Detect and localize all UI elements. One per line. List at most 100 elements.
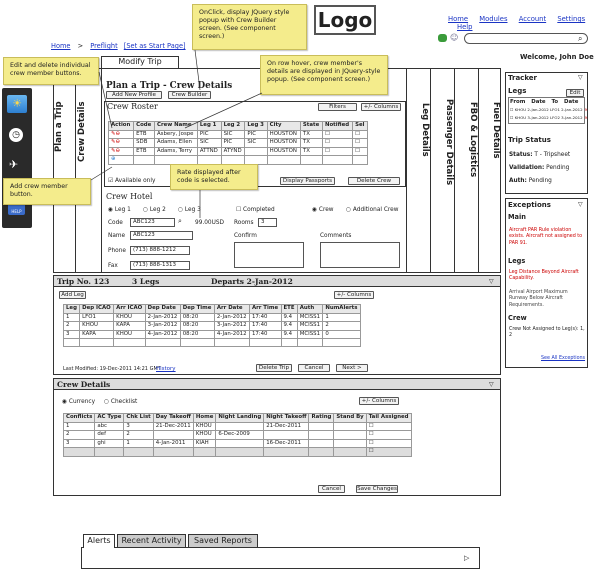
breadcrumb-home[interactable]: Home bbox=[51, 42, 70, 50]
next-button[interactable]: Next > bbox=[336, 364, 368, 372]
tail-assigned-checkbox[interactable]: ☐ bbox=[365, 430, 412, 440]
tracker-edit-button[interactable]: Edit bbox=[566, 89, 584, 97]
select-checkbox[interactable]: ☐ bbox=[352, 129, 368, 139]
select-checkbox[interactable]: ☐ bbox=[352, 138, 368, 148]
search-input[interactable] bbox=[464, 33, 588, 44]
tab-fbo-logistics[interactable]: FBO & Logistics bbox=[455, 80, 478, 200]
leg1-radio[interactable]: ◉ Leg 1 bbox=[108, 207, 131, 213]
phone-field[interactable]: (713) 888-1212 bbox=[130, 246, 190, 255]
tab-leg-details[interactable]: Leg Details bbox=[407, 80, 430, 180]
col-header[interactable]: Home bbox=[192, 413, 217, 423]
currency-radio[interactable]: ◉ Currency bbox=[62, 399, 95, 405]
col-header[interactable]: Rating bbox=[308, 413, 335, 423]
col-header[interactable]: Arr Date bbox=[213, 304, 250, 314]
crew-radio[interactable]: ◉ Crew bbox=[312, 207, 334, 213]
display-passports-button[interactable]: Display Passports bbox=[280, 177, 335, 185]
hotel-code-search-icon[interactable]: ⌕ bbox=[178, 217, 182, 226]
col-header[interactable]: ETE bbox=[280, 304, 298, 314]
notified-checkbox[interactable]: ☐ bbox=[321, 146, 354, 156]
collapse-icon[interactable]: ▽ bbox=[578, 201, 583, 208]
available-only-checkbox[interactable]: ☑ Available only bbox=[108, 178, 155, 184]
col-header[interactable]: Dep Date bbox=[144, 304, 181, 314]
col-header[interactable]: Crew Name bbox=[153, 121, 198, 131]
table-row[interactable]: ✎⊖ ETB Asbery, Jospe PIC SIC PIC HOUSTON… bbox=[107, 129, 368, 139]
nav-modules[interactable]: Modules bbox=[479, 15, 507, 23]
notified-checkbox[interactable]: ☐ bbox=[321, 138, 354, 148]
crew-details-columns-button[interactable]: +/- Columns bbox=[359, 397, 399, 405]
crew-details-cancel-button[interactable]: Cancel bbox=[318, 485, 345, 493]
col-header[interactable]: Chk List bbox=[123, 413, 154, 423]
tab-recent-activity[interactable]: Recent Activity bbox=[117, 534, 186, 548]
nav-account[interactable]: Account bbox=[519, 15, 546, 23]
select-checkbox[interactable]: ☐ bbox=[352, 146, 368, 156]
delete-icon[interactable]: ⊖ bbox=[116, 131, 121, 137]
col-header[interactable]: Night Takeoff bbox=[263, 413, 310, 423]
tab-alerts[interactable]: Alerts bbox=[83, 534, 115, 548]
history-link[interactable]: History bbox=[156, 366, 176, 372]
table-row[interactable]: ⊕ bbox=[107, 155, 368, 165]
col-header[interactable]: Dep ICAO bbox=[79, 304, 115, 314]
leg3-radio[interactable]: ○ Leg 3 bbox=[178, 207, 201, 213]
notified-checkbox[interactable]: ☐ bbox=[321, 129, 354, 139]
col-header[interactable]: Leg bbox=[62, 304, 81, 314]
users-icon[interactable]: ☺ bbox=[450, 33, 460, 42]
table-row[interactable]: 2 def 2 KHOU 6-Dec-2009 ☐ bbox=[62, 430, 412, 440]
collapse-icon[interactable]: ▽ bbox=[578, 74, 583, 81]
col-header[interactable]: Day Takeoff bbox=[152, 413, 194, 423]
tail-assigned-checkbox[interactable]: ☐ bbox=[365, 421, 412, 431]
table-row[interactable]: 1 abc 3 21-Dec-2011 KHOU 21-Dec-2011 ☐ bbox=[62, 421, 412, 431]
completed-checkbox[interactable]: ☐ Completed bbox=[236, 207, 275, 213]
table-row[interactable]: ✎⊖ ETB Adams, Terry ATTND ATYND HOUSTON … bbox=[107, 146, 368, 156]
col-header[interactable]: Action bbox=[107, 121, 135, 131]
trip-cancel-button[interactable]: Cancel bbox=[298, 364, 330, 372]
col-header[interactable]: State bbox=[299, 121, 323, 131]
filters-button[interactable]: Filters bbox=[318, 103, 357, 111]
collapse-icon[interactable]: ▽ bbox=[489, 278, 494, 285]
col-header[interactable]: Leg 1 bbox=[196, 121, 222, 131]
additional-crew-radio[interactable]: ○ Additional Crew bbox=[346, 207, 398, 213]
crew-builder-button[interactable]: Crew Builder bbox=[168, 91, 211, 99]
table-row[interactable]: 2 KHOU KAPA 3-Jan-2012 08:20 3-Jan-2012 17:40 9… bbox=[62, 321, 361, 331]
col-header[interactable]: Tail Assigned bbox=[365, 413, 412, 423]
rooms-field[interactable]: 3 bbox=[258, 218, 277, 227]
col-header[interactable]: Arr Time bbox=[248, 304, 282, 314]
tab-plan-a-trip[interactable]: Plan a Trip bbox=[54, 72, 74, 182]
add-new-profile-button[interactable]: Add New Profile bbox=[106, 91, 162, 99]
weather-icon[interactable]: ☀ bbox=[7, 95, 27, 113]
collapse-icon[interactable]: ▽ bbox=[489, 381, 494, 388]
delete-crew-button[interactable]: Delete Crew bbox=[348, 177, 400, 185]
table-row[interactable]: 1 LFO1 KHOU 2-Jan-2012 08:20 2-Jan-2012 17:40 9… bbox=[62, 312, 361, 322]
table-row[interactable] bbox=[62, 338, 361, 347]
clock-icon[interactable]: ◷ bbox=[9, 128, 23, 142]
col-header[interactable]: NumAlerts bbox=[322, 304, 361, 314]
set-start-page-link[interactable]: [Set as Start Page] bbox=[124, 42, 186, 50]
save-changes-button[interactable]: Save Changes bbox=[356, 485, 398, 493]
chat-icon[interactable] bbox=[438, 34, 447, 42]
tail-assigned-checkbox[interactable]: ☐ bbox=[365, 447, 412, 457]
col-header[interactable]: Arr ICAO bbox=[113, 304, 146, 314]
fax-field[interactable]: (713) 888-1313 bbox=[130, 261, 190, 270]
checklist-radio[interactable]: ○ Checklist bbox=[104, 399, 137, 405]
breadcrumb-preflight[interactable]: Preflight bbox=[90, 42, 117, 50]
col-header[interactable]: Sel bbox=[352, 121, 368, 131]
play-icon[interactable]: ▷ bbox=[464, 554, 469, 562]
plane-icon[interactable]: ✈ bbox=[9, 158, 18, 171]
roster-columns-button[interactable]: +/- Columns bbox=[361, 103, 401, 111]
leg2-radio[interactable]: ○ Leg 2 bbox=[143, 207, 166, 213]
delete-trip-button[interactable]: Delete Trip bbox=[256, 364, 292, 372]
col-header[interactable]: Leg 2 bbox=[220, 121, 246, 131]
table-row[interactable]: ✎⊖ SDB Adams, Ellen SIC PIC SIC HOUSTON … bbox=[107, 138, 368, 148]
comments-field[interactable] bbox=[320, 242, 400, 268]
modify-trip-tab[interactable]: Modify Trip bbox=[101, 56, 179, 68]
col-header[interactable]: Conflicts bbox=[62, 413, 96, 423]
col-header[interactable]: Stand By bbox=[333, 413, 367, 423]
nav-settings[interactable]: Settings bbox=[557, 15, 585, 23]
col-header[interactable]: AC Type bbox=[94, 413, 125, 423]
col-header[interactable]: Night Landing bbox=[215, 413, 265, 423]
col-header[interactable]: Leg 3 bbox=[244, 121, 268, 131]
delete-icon[interactable]: ⊖ bbox=[116, 139, 121, 145]
col-header[interactable]: City bbox=[266, 121, 301, 131]
table-row[interactable]: 3 ghi 1 4-Jan-2011 KIAH 16-Dec-2011 ☐ bbox=[62, 438, 412, 448]
see-all-exceptions-link[interactable]: See All Exceptions bbox=[541, 356, 585, 361]
tab-passenger-details[interactable]: Passenger Details bbox=[431, 80, 454, 205]
